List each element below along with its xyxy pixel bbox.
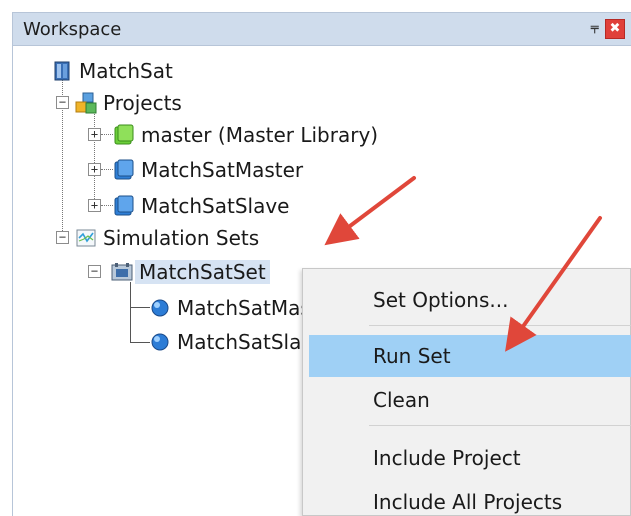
arrow-to-run-set: [505, 216, 602, 352]
workspace-panel: Workspace ⫧ ✖ MatchSat − Projects + mast…: [0, 0, 631, 516]
annotation-arrows: [324, 176, 602, 352]
arrow-to-simulation-sets: [324, 176, 416, 246]
